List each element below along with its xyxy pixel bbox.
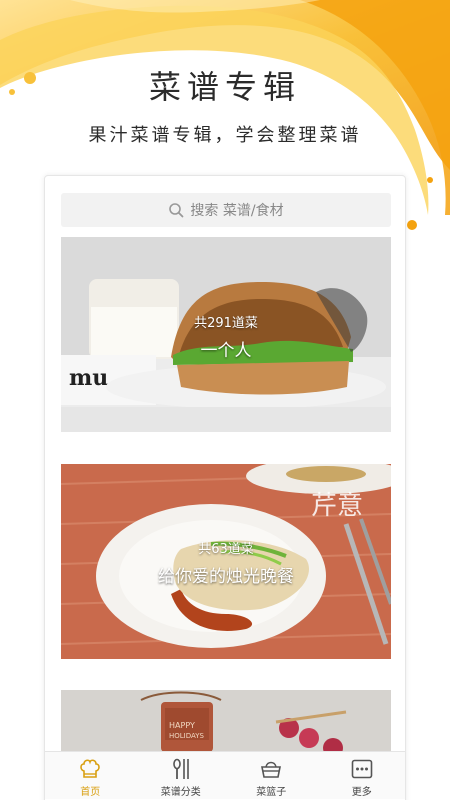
svg-text:芹意: 芹意 xyxy=(311,491,363,521)
phone-screen: 搜索 菜谱/食材 mu 共291道菜 一个人 芹意 共63道菜 给你爱的烛光晚餐… xyxy=(44,175,406,800)
tab-label: 更多 xyxy=(351,787,372,798)
chef-hat-icon xyxy=(80,759,101,778)
search-icon xyxy=(168,202,184,218)
promo-subtitle: 果汁菜谱专辑，学会整理菜谱 xyxy=(88,125,362,146)
svg-text:HAPPY: HAPPY xyxy=(169,721,195,730)
album-photo-sandwich: mu xyxy=(61,237,391,432)
tab-label: 首页 xyxy=(80,787,101,798)
basket-icon xyxy=(261,761,282,778)
album-card[interactable]: 芹意 共63道菜 给你爱的烛光晚餐 xyxy=(61,464,391,659)
album-name: 给你爱的烛光晚餐 xyxy=(158,567,294,587)
tab-home[interactable]: 首页 xyxy=(45,752,136,799)
tab-label: 菜谱分类 xyxy=(160,787,201,798)
tab-label: 菜篮子 xyxy=(256,787,287,798)
more-dots-icon xyxy=(351,759,373,779)
svg-text:mu: mu xyxy=(69,365,108,391)
promo-title: 菜谱专辑 xyxy=(148,68,301,106)
tab-categories[interactable]: 菜谱分类 xyxy=(136,752,227,799)
album-card[interactable]: mu 共291道菜 一个人 xyxy=(61,237,391,432)
svg-text:HOLIDAYS: HOLIDAYS xyxy=(169,732,205,740)
tab-basket[interactable]: 菜篮子 xyxy=(226,752,317,799)
album-count: 共291道菜 xyxy=(194,316,258,331)
album-card[interactable]: HAPPY HOLIDAYS xyxy=(61,690,391,752)
tab-more[interactable]: 更多 xyxy=(317,752,406,799)
album-photo-sweets: HAPPY HOLIDAYS xyxy=(61,690,391,752)
bottom-tab-bar: 首页 菜谱分类 菜篮子 更多 xyxy=(45,751,406,799)
search-placeholder: 搜索 菜谱/食材 xyxy=(190,203,284,219)
album-count: 共63道菜 xyxy=(198,542,254,557)
search-bar[interactable]: 搜索 菜谱/食材 xyxy=(61,193,391,227)
album-name: 一个人 xyxy=(200,341,252,361)
utensils-icon xyxy=(172,758,189,779)
